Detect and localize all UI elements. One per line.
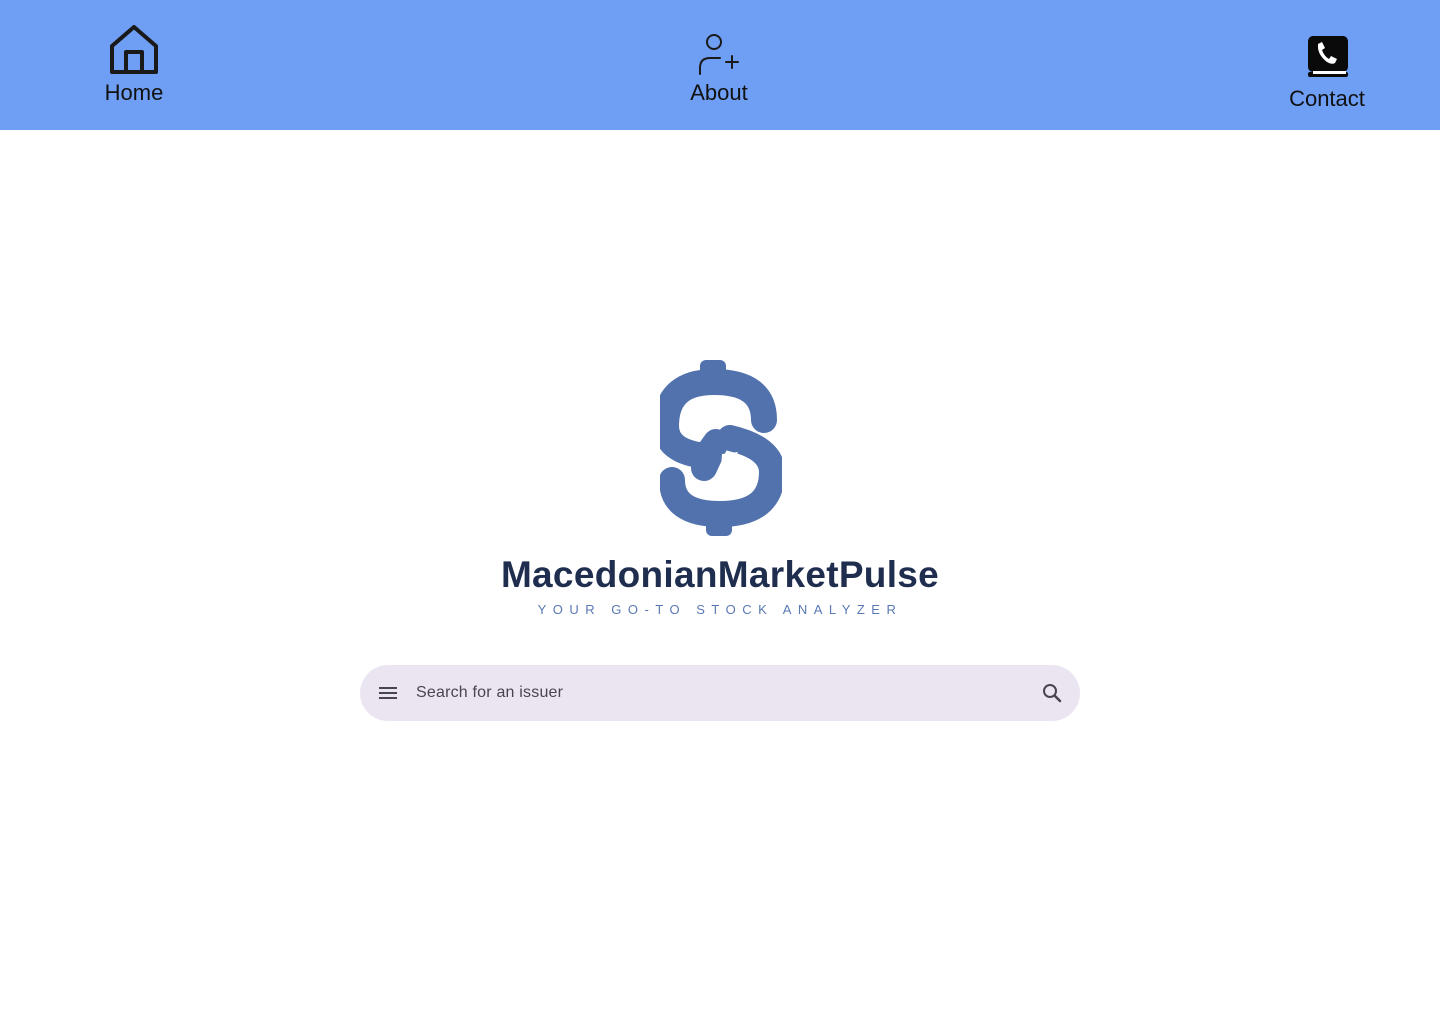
issuer-search-input[interactable]: [416, 673, 1016, 713]
brand-logo: MacedonianMarketPulse YOUR GO-TO STOCK A…: [470, 356, 970, 626]
nav-contact-label: Contact: [1289, 86, 1365, 111]
brand-name: MacedonianMarketPulse: [500, 554, 940, 595]
menu-icon[interactable]: [376, 681, 400, 705]
phone-book-icon: [1308, 36, 1348, 77]
search-icon[interactable]: [1040, 681, 1064, 705]
nav-home[interactable]: Home: [96, 22, 172, 106]
nav-contact[interactable]: Contact: [1282, 34, 1372, 112]
home-icon: [110, 25, 158, 74]
issuer-search-bar: [360, 665, 1080, 721]
add-user-icon: [699, 34, 739, 75]
dollar-sign-icon: [660, 360, 782, 536]
nav-about-label: About: [690, 80, 748, 105]
top-navbar: Home About Contact: [0, 0, 1440, 130]
nav-home-label: Home: [104, 80, 164, 105]
brand-tagline: YOUR GO-TO STOCK ANALYZER: [537, 602, 903, 617]
nav-about[interactable]: About: [682, 34, 756, 106]
